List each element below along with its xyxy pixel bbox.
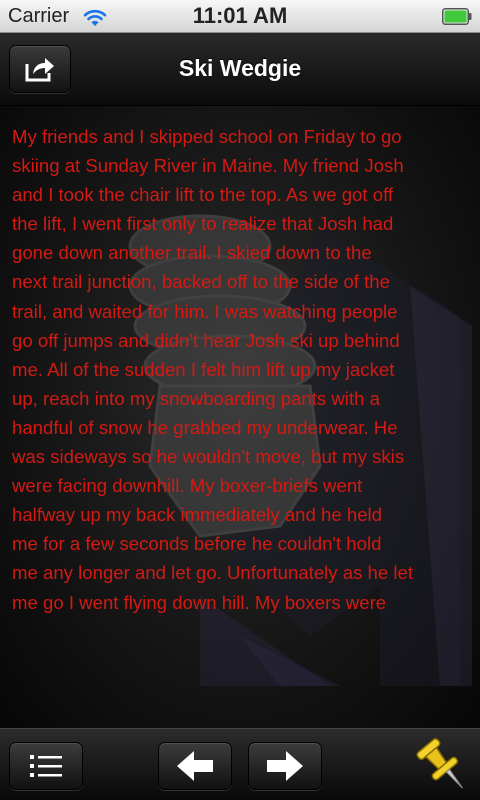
status-time: 11:01 AM bbox=[192, 3, 288, 28]
status-bar: Carrier 11:01 AM bbox=[0, 0, 480, 33]
story-text: My friends and I skipped school on Frida… bbox=[12, 126, 414, 613]
pushpin-icon[interactable] bbox=[414, 735, 474, 797]
previous-button[interactable] bbox=[158, 742, 232, 790]
menu-button[interactable] bbox=[9, 742, 83, 790]
arrow-left-icon bbox=[177, 751, 213, 781]
battery-full-icon bbox=[442, 8, 472, 25]
story-content[interactable]: My friends and I skipped school on Frida… bbox=[0, 106, 480, 728]
next-button[interactable] bbox=[248, 742, 322, 790]
bottom-toolbar bbox=[0, 728, 480, 800]
navigation-bar: Ski Wedgie bbox=[0, 33, 480, 106]
list-icon bbox=[30, 755, 62, 777]
app-screen: Carrier 11:01 AM Ski Wedgie My friends a… bbox=[0, 0, 480, 800]
arrow-right-icon bbox=[267, 751, 303, 781]
page-title: Ski Wedgie bbox=[178, 55, 302, 81]
